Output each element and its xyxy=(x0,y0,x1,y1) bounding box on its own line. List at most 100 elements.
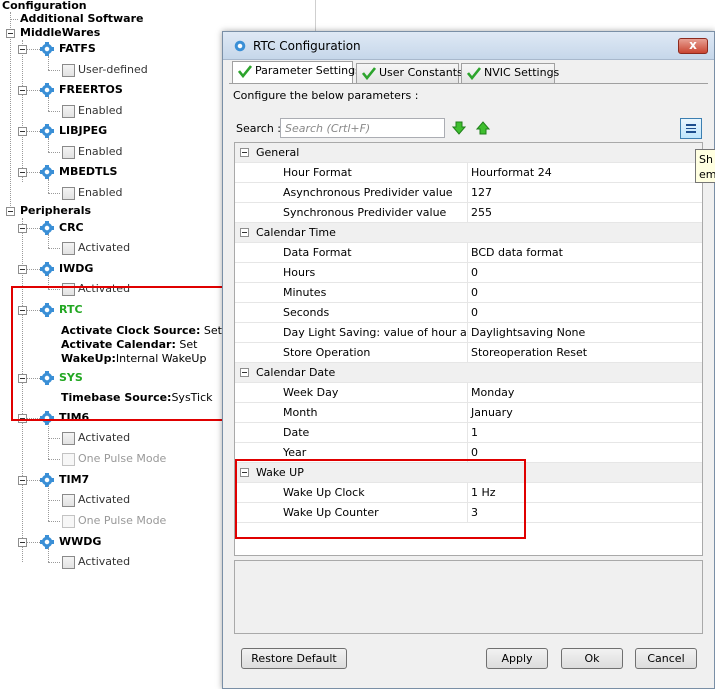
collapse-toggle-icon[interactable] xyxy=(18,127,27,136)
param-row[interactable]: Month January xyxy=(235,403,702,423)
group-calendar-time[interactable]: Calendar Time xyxy=(235,223,702,243)
tree-item-fatfs[interactable]: FATFS xyxy=(59,42,96,56)
param-row[interactable]: Asynchronous Predivider value 127 xyxy=(235,183,702,203)
param-value[interactable]: 0 xyxy=(471,446,478,459)
crc-option-label: Activated xyxy=(78,241,131,254)
dialog-titlebar[interactable]: RTC Configuration x xyxy=(223,32,714,60)
param-row[interactable]: Hours 0 xyxy=(235,263,702,283)
fatfs-checkbox[interactable] xyxy=(62,64,75,77)
collapse-toggle-icon[interactable] xyxy=(240,368,249,377)
param-value[interactable]: Daylightsaving None xyxy=(471,326,585,339)
tree-item-mbedtls[interactable]: MBEDTLS xyxy=(59,165,117,179)
param-value[interactable]: 1 xyxy=(471,426,478,439)
tree-item-additional-software[interactable]: Additional Software xyxy=(20,12,143,26)
collapse-toggle-icon[interactable] xyxy=(18,86,27,95)
dialog-title: RTC Configuration xyxy=(253,39,361,53)
tree-item-middlewares[interactable]: MiddleWares xyxy=(20,26,100,40)
list-icon xyxy=(686,124,696,133)
apply-button[interactable]: Apply xyxy=(486,648,548,669)
tim6-one-pulse-checkbox[interactable] xyxy=(62,453,75,466)
gear-icon xyxy=(40,124,54,138)
arrow-down-icon[interactable] xyxy=(452,121,466,135)
tab-nvic-settings[interactable]: NVIC Settings xyxy=(461,63,559,83)
rtc-sys-highlight-box xyxy=(11,286,224,421)
param-value[interactable]: 255 xyxy=(471,206,492,219)
tab-label: Parameter Settings xyxy=(255,64,361,77)
tab-divider xyxy=(229,83,708,84)
tim7-one-pulse-label: One Pulse Mode xyxy=(78,514,167,527)
libjpeg-option-label: Enabled xyxy=(78,145,123,158)
mbedtls-option-label: Enabled xyxy=(78,186,123,199)
arrow-up-icon[interactable] xyxy=(476,121,490,135)
param-row[interactable]: Minutes 0 xyxy=(235,283,702,303)
tim7-one-pulse-checkbox[interactable] xyxy=(62,515,75,528)
libjpeg-checkbox[interactable] xyxy=(62,146,75,159)
param-name: Hours xyxy=(283,266,316,279)
tree-item-freertos[interactable]: FREERTOS xyxy=(59,83,123,97)
param-value[interactable]: 127 xyxy=(471,186,492,199)
gear-icon xyxy=(40,262,54,276)
tim6-activated-checkbox[interactable] xyxy=(62,432,75,445)
tab-label: NVIC Settings xyxy=(484,66,560,79)
group-general[interactable]: General xyxy=(235,143,702,163)
tree-item-iwdg[interactable]: IWDG xyxy=(59,262,93,276)
group-calendar-date[interactable]: Calendar Date xyxy=(235,363,702,383)
ok-button[interactable]: Ok xyxy=(561,648,623,669)
search-input[interactable] xyxy=(280,118,445,138)
param-value[interactable]: Hourformat 24 xyxy=(471,166,552,179)
gear-icon xyxy=(40,221,54,235)
tree-item-tim7[interactable]: TIM7 xyxy=(59,473,89,487)
gear-icon xyxy=(40,165,54,179)
param-name: Hour Format xyxy=(283,166,352,179)
param-value[interactable]: January xyxy=(471,406,513,419)
param-row[interactable]: Day Light Saving: value of hour adj... Da… xyxy=(235,323,702,343)
gear-icon xyxy=(40,83,54,97)
param-value[interactable]: BCD data format xyxy=(471,246,563,259)
param-row[interactable]: Hour Format Hourformat 24 xyxy=(235,163,702,183)
param-row[interactable]: Week Day Monday xyxy=(235,383,702,403)
collapse-toggle-icon[interactable] xyxy=(240,228,249,237)
group-name: General xyxy=(256,146,300,159)
tim6-activated-label: Activated xyxy=(78,431,131,444)
tab-parameter-settings[interactable]: Parameter Settings xyxy=(232,61,361,84)
close-button[interactable]: x xyxy=(678,38,708,54)
tim7-activated-checkbox[interactable] xyxy=(62,494,75,507)
group-name: Calendar Time xyxy=(256,226,336,239)
show-description-button[interactable] xyxy=(680,118,702,139)
collapse-toggle-icon[interactable] xyxy=(18,476,27,485)
param-name: Minutes xyxy=(283,286,327,299)
tree-item-wwdg[interactable]: WWDG xyxy=(59,535,101,549)
wwdg-checkbox[interactable] xyxy=(62,556,75,569)
param-row[interactable]: Synchronous Predivider value 255 xyxy=(235,203,702,223)
tree-item-libjpeg[interactable]: LIBJPEG xyxy=(59,124,107,138)
param-value[interactable]: 0 xyxy=(471,266,478,279)
param-row[interactable]: Data Format BCD data format xyxy=(235,243,702,263)
param-value[interactable]: Monday xyxy=(471,386,514,399)
param-value[interactable]: 0 xyxy=(471,286,478,299)
gear-icon xyxy=(40,42,54,56)
param-name: Asynchronous Predivider value xyxy=(283,186,453,199)
collapse-toggle-icon[interactable] xyxy=(6,29,15,38)
gear-icon xyxy=(40,535,54,549)
param-row[interactable]: Date 1 xyxy=(235,423,702,443)
param-value[interactable]: Storeoperation Reset xyxy=(471,346,587,359)
tooltip: Sh em xyxy=(695,149,715,183)
collapse-toggle-icon[interactable] xyxy=(6,207,15,216)
collapse-toggle-icon[interactable] xyxy=(18,168,27,177)
collapse-toggle-icon[interactable] xyxy=(18,538,27,547)
cancel-button[interactable]: Cancel xyxy=(635,648,697,669)
collapse-toggle-icon[interactable] xyxy=(18,224,27,233)
freertos-checkbox[interactable] xyxy=(62,105,75,118)
tab-user-constants[interactable]: User Constants xyxy=(356,63,463,83)
collapse-toggle-icon[interactable] xyxy=(240,148,249,157)
param-row[interactable]: Store Operation Storeoperation Reset xyxy=(235,343,702,363)
crc-checkbox[interactable] xyxy=(62,242,75,255)
param-value[interactable]: 0 xyxy=(471,306,478,319)
tree-item-crc[interactable]: CRC xyxy=(59,221,84,235)
tree-item-peripherals[interactable]: Peripherals xyxy=(20,204,91,218)
mbedtls-checkbox[interactable] xyxy=(62,187,75,200)
param-row[interactable]: Seconds 0 xyxy=(235,303,702,323)
restore-default-button[interactable]: Restore Default xyxy=(241,648,347,669)
collapse-toggle-icon[interactable] xyxy=(18,265,27,274)
collapse-toggle-icon[interactable] xyxy=(18,45,27,54)
